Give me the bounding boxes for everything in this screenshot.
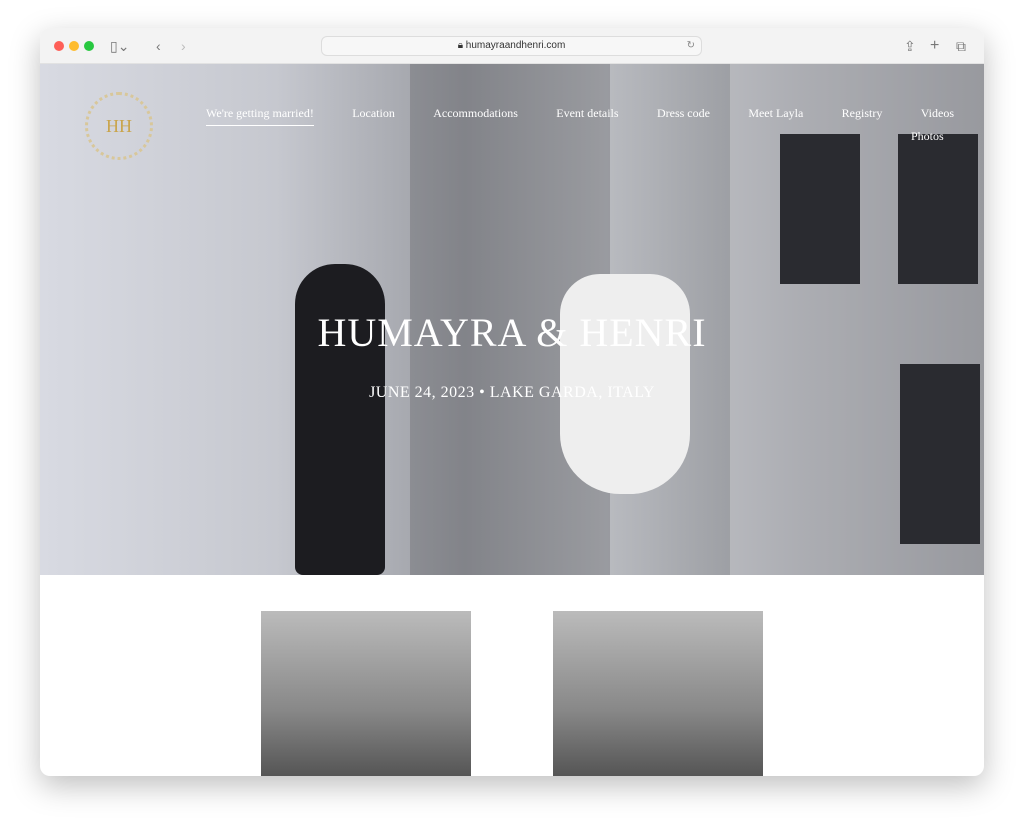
nav-dress-code[interactable]: Dress code <box>657 106 710 126</box>
gallery-photo-1[interactable] <box>261 611 471 776</box>
nav-meet-layla[interactable]: Meet Layla <box>748 106 803 126</box>
nav-location[interactable]: Location <box>352 106 395 126</box>
back-icon[interactable]: ‹ <box>156 37 161 55</box>
minimize-window-button[interactable] <box>69 41 79 51</box>
maximize-window-button[interactable] <box>84 41 94 51</box>
nav-accommodations[interactable]: Accommodations <box>433 106 518 126</box>
sidebar-icon[interactable]: ▯⌄ <box>110 37 129 55</box>
nav-videos[interactable]: Videos <box>921 106 954 126</box>
nav-getting-married[interactable]: We're getting married! <box>206 106 314 126</box>
address-bar[interactable]: 🔒︎ humayraandhenri.com ↻ <box>321 36 702 56</box>
gallery-photo-2[interactable] <box>553 611 763 776</box>
logo-text: HH <box>106 115 132 136</box>
nav-registry[interactable]: Registry <box>842 106 883 126</box>
close-window-button[interactable] <box>54 41 64 51</box>
share-icon[interactable]: ⇪ <box>904 37 916 55</box>
url-text: humayraandhenri.com <box>465 40 566 51</box>
hero-section: HH We're getting married! Location Accom… <box>40 64 984 575</box>
nav-photos[interactable]: Photos <box>911 129 944 144</box>
browser-toolbar: ▯⌄ ‹ › 🔒︎ humayraandhenri.com ↻ ⇪ + ⧉ <box>40 28 984 64</box>
reload-icon[interactable]: ↻ <box>687 37 695 55</box>
nav-event-details[interactable]: Event details <box>556 106 618 126</box>
site-logo[interactable]: HH <box>85 92 153 160</box>
browser-window: ▯⌄ ‹ › 🔒︎ humayraandhenri.com ↻ ⇪ + ⧉ HH … <box>40 28 984 776</box>
hero-title: HUMAYRA & HENRI <box>317 310 707 355</box>
forward-icon[interactable]: › <box>181 37 186 55</box>
tabs-overview-icon[interactable]: ⧉ <box>956 37 966 55</box>
hero-subtitle: JUNE 24, 2023 • LAKE GARDA, ITALY <box>369 384 655 401</box>
main-nav: We're getting married! Location Accommod… <box>206 106 954 126</box>
new-tab-icon[interactable]: + <box>930 37 939 55</box>
lock-icon: 🔒︎ <box>457 40 466 51</box>
